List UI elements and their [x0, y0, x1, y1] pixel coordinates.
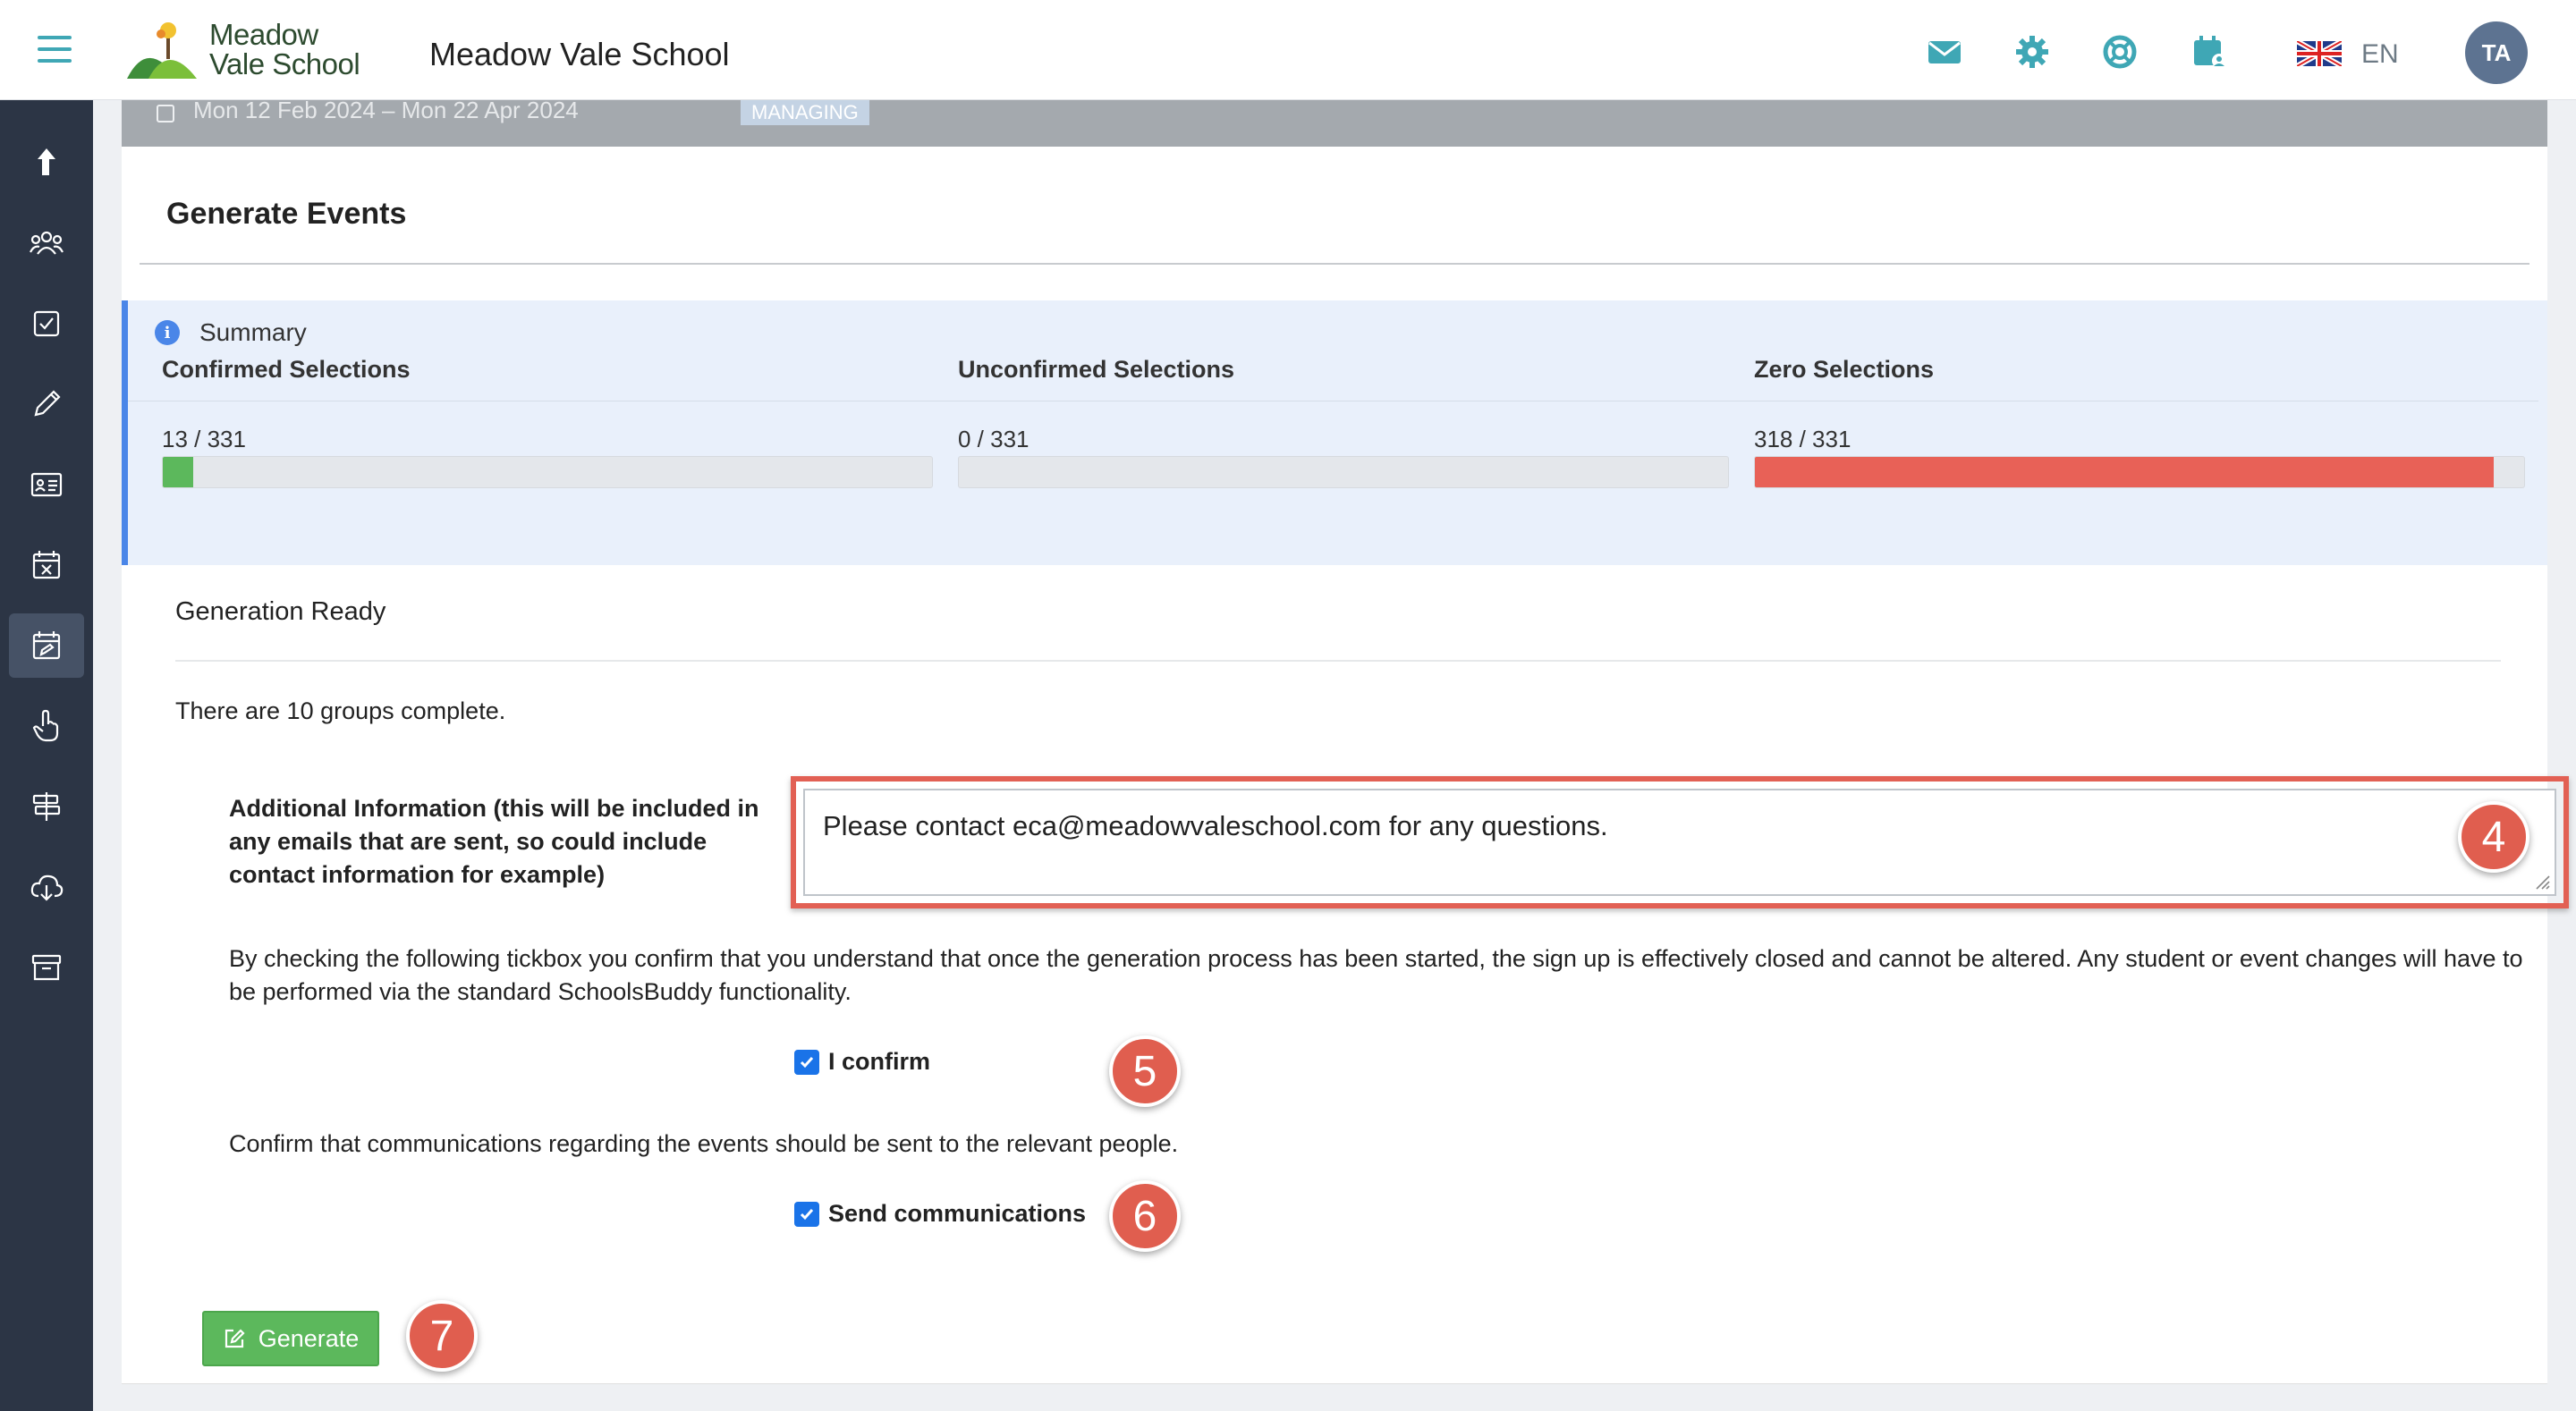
summary-col-unconfirmed: Unconfirmed Selections [958, 356, 1736, 384]
confirmation-disclaimer: By checking the following tickbox you co… [229, 945, 2523, 1005]
summary-count-confirmed: 13 / 331 [162, 426, 246, 452]
calendar-edit-icon [32, 631, 61, 660]
generation-ready-heading: Generation Ready [175, 597, 386, 626]
sidebar-item-share[interactable] [9, 131, 84, 195]
calendar-x-icon [32, 551, 61, 579]
sidebar-item-cancellations[interactable] [9, 533, 84, 597]
additional-info-label: Additional Information (this will be inc… [229, 795, 759, 888]
sidebar-item-people[interactable] [9, 211, 84, 275]
hamburger-menu-icon[interactable] [38, 36, 72, 63]
archive-icon [31, 954, 62, 981]
send-communications-label: Send communications [828, 1200, 1087, 1227]
hand-pointer-icon [32, 709, 59, 742]
calendar-user-icon[interactable] [2191, 34, 2227, 70]
progress-fill-zero [1755, 457, 2495, 487]
summary-label: Summary [199, 318, 307, 346]
cloud-download-icon [30, 874, 64, 901]
sidebar-item-directions[interactable] [9, 774, 84, 839]
logo-text: Meadow Vale School [209, 20, 360, 79]
info-icon: i [155, 320, 180, 345]
summary-col-title: Zero Selections [1754, 356, 1935, 383]
annotation-step-7: 7 [406, 1300, 478, 1372]
share-arrow-icon [38, 148, 55, 175]
annotation-step-6: 6 [1109, 1180, 1181, 1252]
status-badge: MANAGING [741, 100, 869, 125]
school-logo[interactable]: Meadow Vale School [127, 20, 369, 82]
gear-icon[interactable] [2014, 34, 2050, 70]
summary-col-title: Unconfirmed Selections [958, 356, 1235, 383]
generate-events-card: Generate Events i Summary Confirmed Sele… [122, 147, 2569, 1384]
annotation-step-4: 4 [2458, 801, 2529, 873]
groups-complete-text: There are 10 groups complete. [175, 697, 506, 724]
generate-button[interactable]: Generate [202, 1311, 379, 1366]
people-icon [30, 231, 64, 255]
sidebar-item-generate-events[interactable] [9, 613, 84, 678]
send-communications-row[interactable]: Send communications [794, 1200, 1086, 1228]
period-header-strip: Mon 12 Feb 2024 – Mon 22 Apr 2024 MANAGI… [122, 100, 2547, 147]
checkmark-icon [800, 1056, 814, 1068]
summary-count-zero: 318 / 331 [1754, 426, 1852, 452]
annotation-step-5: 5 [1109, 1035, 1181, 1107]
progress-fill-confirmed [163, 457, 193, 487]
confirm-label: I confirm [828, 1048, 931, 1075]
checkmark-icon [800, 1208, 814, 1220]
summary-col-confirmed: Confirmed Selections [162, 356, 940, 384]
period-date-range: Mon 12 Feb 2024 – Mon 22 Apr 2024 [193, 100, 579, 123]
sidebar-item-downloads[interactable] [9, 855, 84, 919]
sidebar-item-tasks[interactable] [9, 291, 84, 356]
generate-button-label: Generate [258, 1324, 360, 1352]
checkbox-outline-icon [157, 105, 174, 123]
mail-icon[interactable] [1927, 34, 1962, 70]
id-card-icon [30, 472, 63, 497]
send-communications-checkbox[interactable] [794, 1201, 819, 1227]
summary-col-title: Confirmed Selections [162, 356, 411, 383]
pencil-icon [34, 390, 61, 417]
logo-hills-icon [127, 22, 197, 79]
school-name: Meadow Vale School [429, 36, 730, 72]
sidebar [0, 100, 93, 1411]
user-avatar[interactable]: TA [2465, 21, 2528, 84]
sidebar-item-selections[interactable] [9, 694, 84, 758]
summary-count-unconfirmed: 0 / 331 [958, 426, 1030, 452]
title-divider [140, 263, 2529, 265]
uk-flag-icon[interactable] [2297, 41, 2342, 66]
summary-panel: i Summary Confirmed Selections 13 / 331 … [122, 300, 2547, 565]
additional-info-textarea[interactable]: Please contact eca@meadowvaleschool.com … [803, 789, 2556, 896]
progress-bar-confirmed [162, 456, 933, 488]
help-lifebuoy-icon[interactable] [2102, 34, 2138, 70]
confirm-checkbox-row[interactable]: I confirm [794, 1048, 930, 1076]
page-title: Generate Events [166, 197, 407, 231]
progress-bar-unconfirmed [958, 456, 1729, 488]
edit-icon [225, 1329, 245, 1348]
summary-col-zero: Zero Selections [1754, 356, 2532, 384]
communications-text: Confirm that communications regarding th… [229, 1130, 1179, 1157]
additional-info-value: Please contact eca@meadowvaleschool.com … [823, 810, 1608, 841]
signpost-icon [32, 792, 61, 821]
generation-divider [175, 660, 2501, 662]
resize-handle-icon[interactable] [2531, 871, 2551, 891]
confirm-checkbox[interactable] [794, 1049, 819, 1075]
sidebar-item-edit[interactable] [9, 372, 84, 436]
progress-bar-zero [1754, 456, 2525, 488]
sidebar-item-archive[interactable] [9, 935, 84, 1000]
top-bar: Meadow Vale School Meadow Vale School EN… [0, 0, 2576, 100]
checkbox-icon [33, 310, 60, 337]
logo-line-2: Vale School [209, 47, 360, 80]
summary-header: i Summary [155, 318, 307, 347]
logo-line-1: Meadow [209, 18, 318, 51]
sidebar-item-records[interactable] [9, 452, 84, 517]
language-code[interactable]: EN [2361, 39, 2399, 70]
